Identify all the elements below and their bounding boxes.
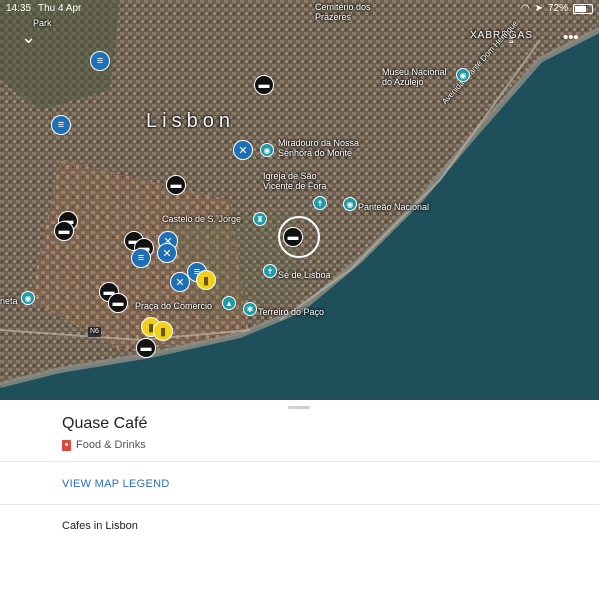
wifi-icon: ◠: [520, 3, 530, 14]
sight-pin[interactable]: ◉: [260, 143, 274, 157]
hotel-pin[interactable]: ≡: [51, 115, 71, 135]
cathedral-pin[interactable]: ✝: [263, 264, 277, 278]
food-drinks-icon: [62, 439, 71, 451]
battery-percent: 72%: [547, 3, 568, 14]
hotel-pin[interactable]: ≡: [90, 51, 110, 71]
cafe-pin[interactable]: ▬: [108, 293, 128, 313]
cafe-pin[interactable]: ▬: [254, 75, 274, 95]
sight-pin[interactable]: ◉: [343, 197, 357, 211]
cup-icon: ▬: [170, 179, 182, 191]
category-row: Food & Drinks: [62, 439, 146, 451]
camera-icon: ◉: [346, 199, 354, 209]
shopping-pin[interactable]: ▮: [153, 321, 173, 341]
castle-pin[interactable]: ♜: [253, 212, 267, 226]
restaurant-pin[interactable]: ✕: [233, 140, 253, 160]
list-title[interactable]: Cafes in Lisbon: [62, 520, 138, 532]
cafe-pin[interactable]: ▬: [54, 221, 74, 241]
map-label-cemetery: Cemitério dos Prazeres: [315, 2, 371, 22]
map-label-park: Park: [33, 18, 52, 28]
category-label: Food & Drinks: [76, 439, 146, 451]
cup-icon: ▬: [112, 297, 124, 309]
restaurant-pin[interactable]: ✕: [157, 243, 177, 263]
sight-pin[interactable]: ◉: [21, 291, 35, 305]
church-icon: ✝: [266, 266, 274, 276]
fork-knife-icon: ✕: [175, 276, 185, 289]
fork-knife-icon: ✕: [238, 144, 248, 157]
map-view[interactable]: 14:35 Thu 4 Apr ◠ ➤ 72% ⌄ ⇪ ••• Lisbon C…: [0, 0, 599, 400]
bed-icon: ≡: [137, 252, 145, 264]
map-label-museum: Museu Nacional do Azulejo: [382, 67, 447, 87]
map-label-road: N6: [88, 327, 101, 337]
monument-pin[interactable]: ▲: [222, 296, 236, 310]
paw-icon: ✱: [246, 304, 254, 314]
status-date: Thu 4 Apr: [38, 3, 82, 14]
map-label-castelo: Castelo de S. Jorge: [162, 214, 242, 224]
city-label: Lisbon: [146, 110, 235, 132]
castle-icon: ♜: [256, 214, 264, 224]
church-icon: ✝: [316, 198, 324, 208]
sheet-drag-handle[interactable]: [288, 406, 310, 409]
battery-icon: [573, 3, 593, 14]
selected-cafe-pin[interactable]: ▬: [283, 227, 303, 247]
bed-icon: ≡: [57, 119, 65, 131]
status-bar: 14:35 Thu 4 Apr ◠ ➤ 72%: [0, 0, 599, 18]
bed-icon: ≡: [96, 55, 104, 67]
cafe-pin[interactable]: ▬: [136, 338, 156, 358]
cup-icon: ▬: [140, 342, 152, 354]
map-label-praca: Praça do Comércio: [135, 301, 213, 311]
camera-icon: ◉: [24, 293, 32, 303]
camera-icon: ◉: [459, 70, 467, 80]
map-label-panteao: Panteão Nacional: [358, 202, 430, 212]
map-label-se: Sé de Lisboa: [278, 270, 331, 280]
sight-pin[interactable]: ✱: [243, 302, 257, 316]
restaurant-pin[interactable]: ✕: [170, 272, 190, 292]
location-arrow-icon: ➤: [534, 3, 543, 14]
map-label-edge: neta: [0, 296, 18, 306]
shopping-bag-icon: ▮: [202, 274, 210, 287]
map-label-igreja: Igreja de São Vicente de Fora: [263, 171, 327, 191]
place-details-sheet[interactable]: Quase Café Food & Drinks VIEW MAP LEGEND…: [0, 400, 599, 595]
cup-icon: ▬: [287, 231, 299, 243]
shopping-bag-icon: ▮: [159, 325, 167, 338]
church-pin[interactable]: ✝: [313, 196, 327, 210]
hotel-pin[interactable]: ≡: [131, 248, 151, 268]
collapse-chevron-icon[interactable]: ⌄: [21, 27, 36, 48]
more-options-icon[interactable]: •••: [563, 29, 579, 46]
view-map-legend-link[interactable]: VIEW MAP LEGEND: [62, 478, 170, 490]
shopping-pin[interactable]: ▮: [196, 270, 216, 290]
camera-icon: ◉: [263, 145, 271, 155]
map-label-miradouro: Miradouro da Nossa Senhora do Monte: [278, 138, 360, 158]
monument-icon: ▲: [225, 298, 233, 308]
place-title: Quase Café: [62, 415, 148, 432]
divider: [0, 461, 599, 462]
cup-icon: ▬: [258, 79, 270, 91]
map-label-terreiro: Terreiro do Paço: [258, 307, 325, 317]
sight-pin[interactable]: ◉: [456, 68, 470, 82]
cup-icon: ▬: [58, 225, 70, 237]
fork-knife-icon: ✕: [162, 247, 172, 260]
status-time: 14:35: [6, 3, 32, 14]
cafe-pin[interactable]: ▬: [166, 175, 186, 195]
divider: [0, 504, 599, 505]
